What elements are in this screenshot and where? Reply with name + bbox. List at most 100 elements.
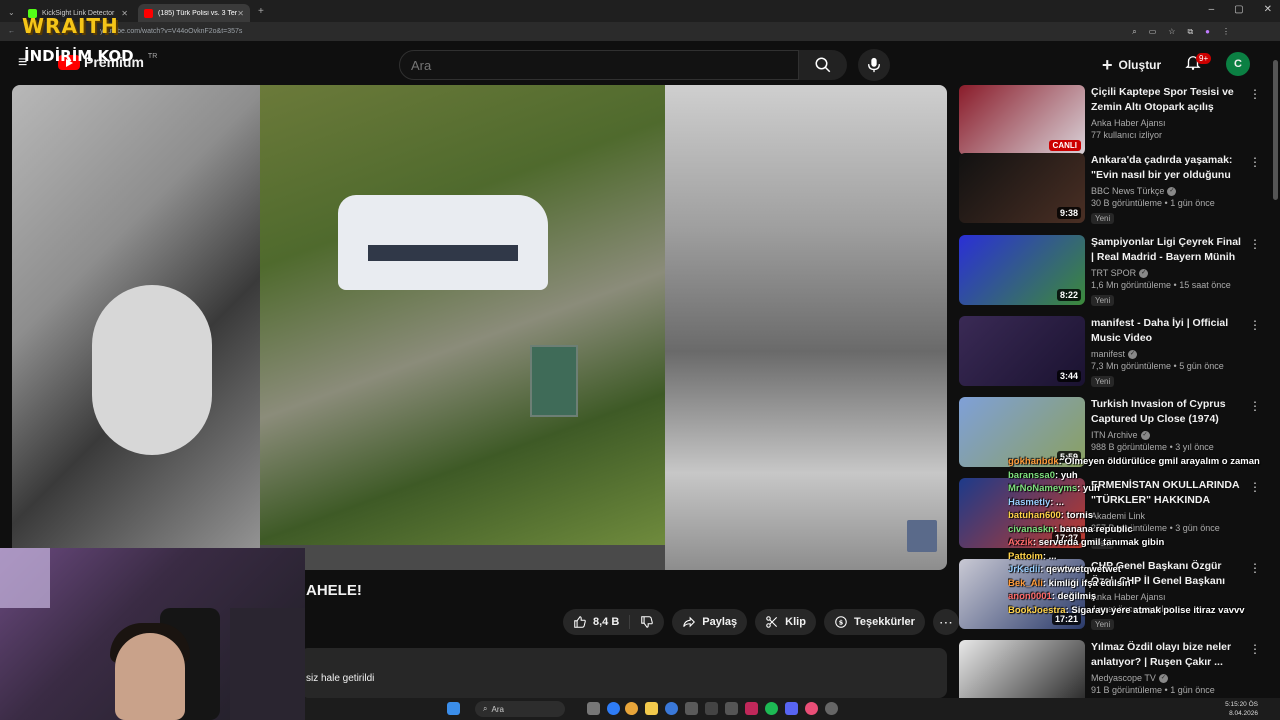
recommendation-meta: Çiçili Kaptepe Spor Tesisi ve Zemin Altı… xyxy=(1091,85,1241,140)
back-icon[interactable]: ← xyxy=(8,28,15,35)
profile-icon[interactable]: ● xyxy=(1205,27,1210,37)
recommendation-item[interactable]: 3:44 manifest - Daha İyi | Official Music… xyxy=(959,316,1261,390)
video-thumbnail[interactable]: CANLI xyxy=(959,85,1085,155)
more-vertical-icon[interactable]: ⋮ xyxy=(1249,237,1261,251)
chat-text: : Sigarayı yere atmak polise itiraz vavv… xyxy=(1065,604,1245,616)
address-bar[interactable]: ← youtube.com/watch?v=V44oOvknF2o&t=357s… xyxy=(0,22,1280,41)
chat-message: anon0001: değilmiş xyxy=(1008,590,1270,604)
chat-text: : ... xyxy=(1050,496,1064,508)
video-thumbnail[interactable]: 9:38 xyxy=(959,153,1085,223)
video-duration: 8:22 xyxy=(1056,289,1081,301)
recommendation-title[interactable]: Yılmaz Özdil olayı bize neler anlatıyor?… xyxy=(1091,640,1241,670)
view-info: 91 B görüntüleme • 1 gün önce xyxy=(1091,685,1215,695)
channel-name[interactable]: BBC News Türkçe xyxy=(1091,186,1164,196)
chat-text: : yuh xyxy=(1077,483,1100,494)
search-input[interactable] xyxy=(411,58,781,73)
like-dislike-group: 8,4 B xyxy=(563,609,665,635)
more-vertical-icon[interactable]: ⋮ xyxy=(1249,399,1261,413)
more-vertical-icon[interactable]: ⋮ xyxy=(1249,642,1261,656)
windows-start-icon[interactable] xyxy=(447,702,460,715)
search-icon xyxy=(815,57,831,73)
video-actions: 8,4 B Paylaş Klip $ Teşekkürler ⋯ xyxy=(563,609,959,635)
system-clock[interactable]: 5:15:20 ÖS 8.04.2026 xyxy=(1225,700,1258,718)
channel-watermark[interactable] xyxy=(907,520,937,552)
webcam-face-shape xyxy=(115,633,185,720)
more-horizontal-icon: ⋯ xyxy=(938,613,953,630)
chat-username: BookJoestra xyxy=(1008,604,1066,616)
upload-age: 15 saat önce xyxy=(1179,280,1231,290)
url-text[interactable]: youtube.com/watch?v=V44oOvknF2o&t=357s xyxy=(100,28,242,35)
super-thanks-icon: $ xyxy=(835,616,847,628)
chrome-icon[interactable] xyxy=(625,702,638,715)
file-explorer-icon[interactable] xyxy=(645,702,658,715)
store-icon[interactable] xyxy=(685,702,698,715)
recommendation-title[interactable]: manifest - Daha İyi | Official Music Vid… xyxy=(1091,316,1241,346)
tab-menu-icon[interactable]: ⌄ xyxy=(0,2,22,20)
description-box[interactable]: siz hale getirildi xyxy=(300,648,947,698)
clip-button[interactable]: Klip xyxy=(755,609,816,635)
video-duration: 9:38 xyxy=(1056,207,1081,219)
thanks-button[interactable]: $ Teşekkürler xyxy=(823,609,925,635)
close-window-icon[interactable]: ✕ xyxy=(1264,4,1272,15)
video-thumbnail[interactable]: 3:44 xyxy=(959,316,1085,386)
recommendation-title[interactable]: Çiçili Kaptepe Spor Tesisi ve Zemin Altı… xyxy=(1091,85,1241,115)
extensions-icon[interactable]: ⧉ xyxy=(1187,27,1193,37)
dislike-button[interactable] xyxy=(630,615,664,629)
video-player[interactable] xyxy=(12,85,947,570)
chat-username: Pattoim xyxy=(1008,550,1043,562)
recommendation-item[interactable]: 8:22 Şampiyonlar Ligi Çeyrek Final | Real… xyxy=(959,235,1261,309)
app-red-icon[interactable] xyxy=(805,702,818,715)
minimize-icon[interactable]: – xyxy=(1209,4,1215,15)
video-thumbnail[interactable]: 8:22 xyxy=(959,235,1085,305)
channel-name[interactable]: ITN Archive xyxy=(1091,430,1138,440)
new-tab-icon[interactable]: + xyxy=(258,6,264,17)
chat-message: BookJoestra: Sigarayı yere atmak polise … xyxy=(1008,604,1270,618)
live-badge: CANLI xyxy=(1048,140,1081,151)
edge-icon[interactable] xyxy=(665,702,678,715)
app-icon[interactable] xyxy=(725,702,738,715)
task-view-icon[interactable] xyxy=(587,702,600,715)
more-vertical-icon[interactable]: ⋮ xyxy=(1249,87,1261,101)
verified-check-icon: ✓ xyxy=(1139,268,1149,278)
more-vertical-icon[interactable]: ⋮ xyxy=(1249,155,1261,169)
copilot-icon[interactable] xyxy=(607,702,620,715)
chat-username: anon0001 xyxy=(1008,591,1052,602)
voice-search-button[interactable] xyxy=(858,49,890,81)
channel-name[interactable]: manifest xyxy=(1091,349,1125,359)
account-avatar[interactable]: C xyxy=(1226,52,1250,76)
obs-icon[interactable] xyxy=(705,702,718,715)
search-button[interactable] xyxy=(799,50,847,80)
recommendation-item[interactable]: 9:38 Ankara'da çadırda yaşamak: "Evin nas… xyxy=(959,153,1261,227)
tab-close-icon[interactable]: ✕ xyxy=(121,9,128,18)
view-count: 1,6 Mn görüntüleme xyxy=(1091,280,1172,290)
more-actions-button[interactable]: ⋯ xyxy=(932,609,959,635)
app-pink-icon[interactable] xyxy=(745,702,758,715)
like-button[interactable]: 8,4 B xyxy=(563,615,631,629)
maximize-icon[interactable]: ▢ xyxy=(1234,4,1243,15)
channel-name[interactable]: Medyascope TV xyxy=(1091,673,1156,683)
recommendation-title[interactable]: Ankara'da çadırda yaşamak: "Evin nasıl b… xyxy=(1091,153,1241,183)
discord-icon[interactable] xyxy=(785,702,798,715)
browser-menu-icon[interactable]: ⋮ xyxy=(1222,27,1230,37)
create-button[interactable]: + Oluştur xyxy=(1102,53,1161,77)
more-vertical-icon[interactable]: ⋮ xyxy=(1249,318,1261,332)
tab-close-icon[interactable]: ✕ xyxy=(237,9,244,18)
cast-icon[interactable]: ▭ xyxy=(1149,27,1157,37)
taskbar-search[interactable]: ⌕ Ara xyxy=(475,701,565,717)
channel-name[interactable]: Anka Haber Ajansı xyxy=(1091,118,1166,128)
recommendation-title[interactable]: Şampiyonlar Ligi Çeyrek Final | Real Mad… xyxy=(1091,235,1241,265)
tab-youtube[interactable]: (185) Türk Polisi vs. 3 Terörist! Y ✕ xyxy=(138,4,250,22)
bookmark-star-icon[interactable]: ☆ xyxy=(1168,27,1175,37)
recommendation-item[interactable]: CANLI Çiçili Kaptepe Spor Tesisi ve Zemin… xyxy=(959,85,1261,159)
chat-message: Pattoim: ... xyxy=(1008,550,1270,564)
microphone-icon xyxy=(868,57,880,73)
page-scrollbar[interactable] xyxy=(1273,60,1278,200)
scissors-icon xyxy=(766,616,778,628)
share-arrow-icon xyxy=(683,616,696,628)
spotify-icon[interactable] xyxy=(765,702,778,715)
app-gray-icon[interactable] xyxy=(825,702,838,715)
channel-name[interactable]: TRT SPOR xyxy=(1091,268,1136,278)
recommendation-title[interactable]: Turkish Invasion of Cyprus Captured Up C… xyxy=(1091,397,1241,427)
zoom-icon[interactable]: ⌕ xyxy=(1132,27,1136,37)
share-button[interactable]: Paylaş xyxy=(672,609,748,635)
